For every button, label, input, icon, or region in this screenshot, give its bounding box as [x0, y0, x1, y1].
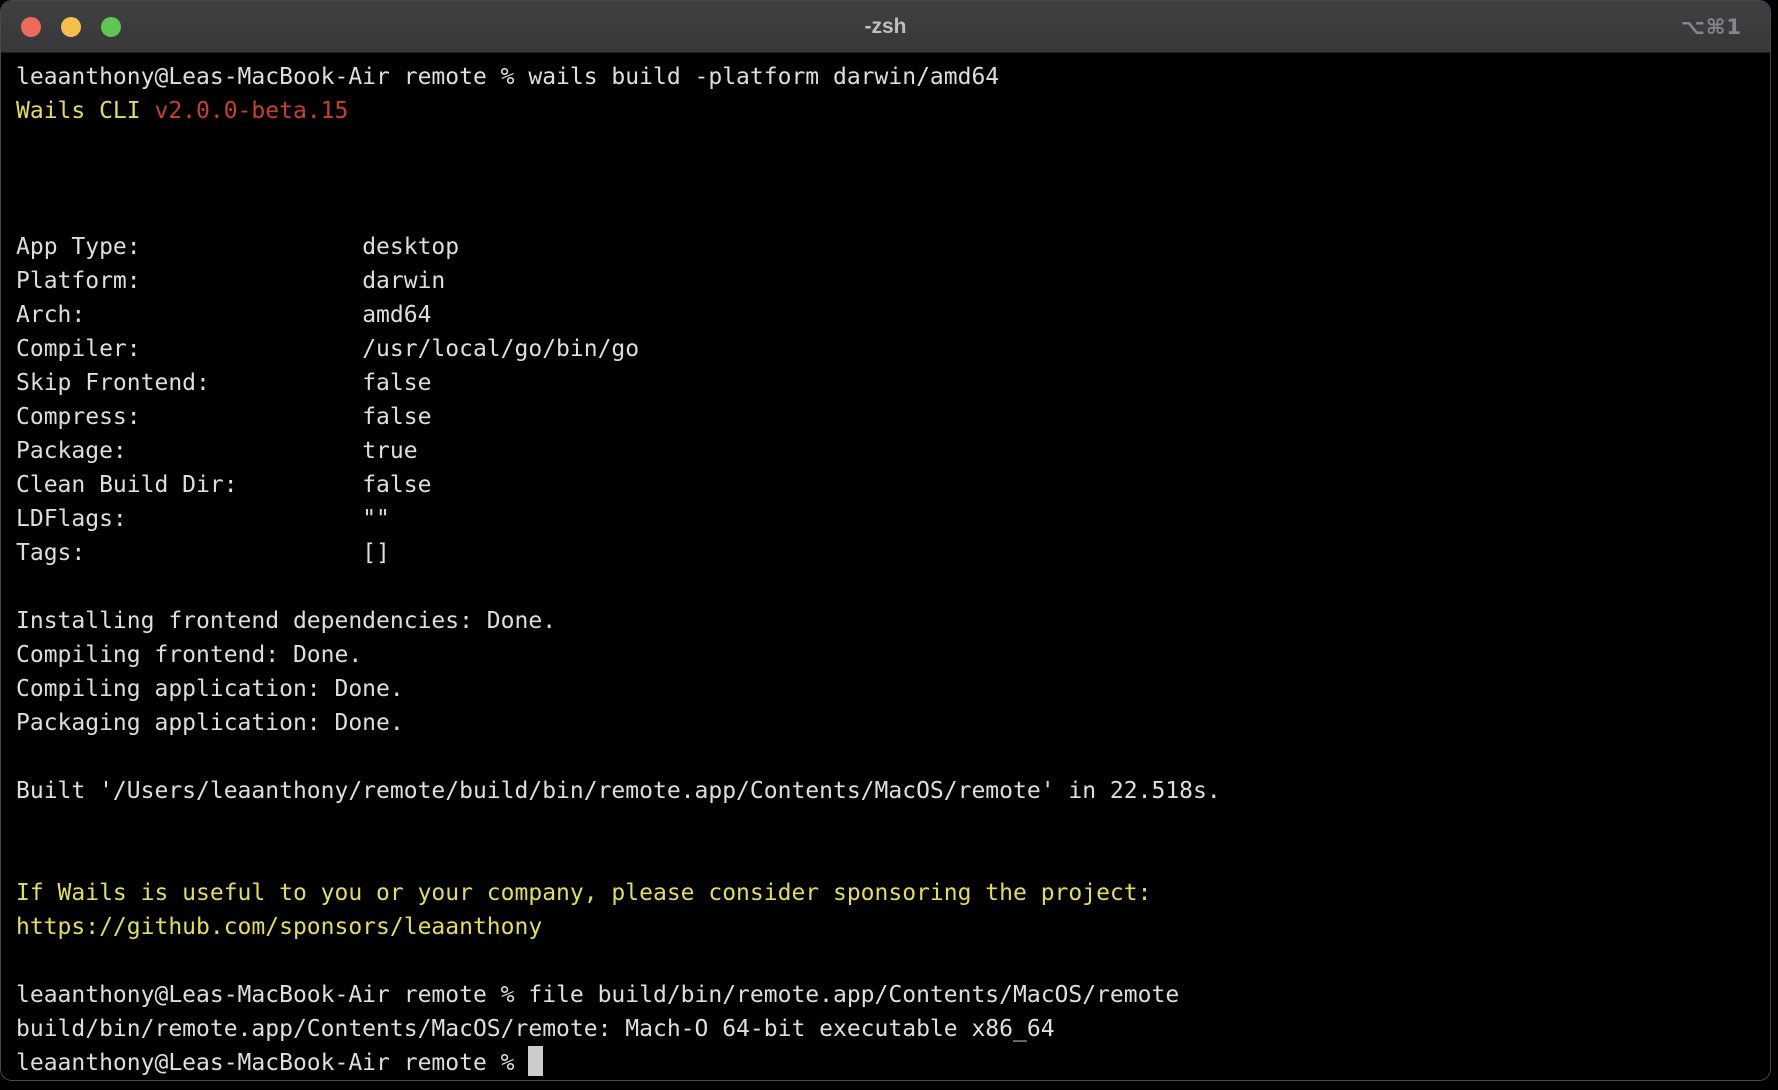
terminal-text: leaanthony@Leas-MacBook-Air remote % [16, 1050, 528, 1076]
terminal-text: LDFlags: [16, 506, 362, 532]
terminal-text: App Type: [16, 234, 362, 260]
terminal-text: Platform: [16, 268, 362, 294]
terminal-text: Package: [16, 438, 362, 464]
terminal-text: Built '/Users/leaanthony/remote/build/bi… [16, 778, 1221, 804]
terminal-text: /usr/local/go/bin/go [362, 336, 639, 362]
terminal-line: Compiling application: Done. [16, 672, 1760, 706]
terminal-text: false [362, 370, 431, 396]
terminal-text: Tags: [16, 540, 362, 566]
terminal-line: leaanthony@Leas-MacBook-Air remote % wai… [16, 60, 1760, 94]
terminal-line: leaanthony@Leas-MacBook-Air remote % fil… [16, 978, 1760, 1012]
terminal-line [16, 944, 1760, 978]
text-cursor [528, 1046, 542, 1076]
terminal-text: Compiling application: Done. [16, 676, 404, 702]
terminal-text: Compiler: [16, 336, 362, 362]
terminal-text: Skip Frontend: [16, 370, 362, 396]
terminal-line: Wails CLI v2.0.0-beta.15 [16, 94, 1760, 128]
terminal-text: amd64 [362, 302, 431, 328]
terminal-text: build/bin/remote.app/Contents/MacOS/remo… [16, 1016, 1055, 1042]
terminal-line: Compress: false [16, 400, 1760, 434]
terminal-line: Arch: amd64 [16, 298, 1760, 332]
window-shortcut-badge: ⌥⌘1 [1681, 1, 1742, 53]
terminal-line: If Wails is useful to you or your compan… [16, 876, 1760, 910]
terminal-line [16, 842, 1760, 876]
terminal-text: "" [362, 506, 390, 532]
terminal-line [16, 570, 1760, 604]
terminal-text: true [362, 438, 417, 464]
terminal-line: LDFlags: "" [16, 502, 1760, 536]
terminal-line: Installing frontend dependencies: Done. [16, 604, 1760, 638]
terminal-text: leaanthony@Leas-MacBook-Air remote % wai… [16, 64, 999, 90]
terminal-line: Compiler: /usr/local/go/bin/go [16, 332, 1760, 366]
terminal-line: leaanthony@Leas-MacBook-Air remote % [16, 1046, 1760, 1080]
terminal-line: Tags: [] [16, 536, 1760, 570]
terminal-line [16, 740, 1760, 774]
terminal-line: Package: true [16, 434, 1760, 468]
terminal-line: https://github.com/sponsors/leaanthony [16, 910, 1760, 944]
terminal-window: -zsh ⌥⌘1 leaanthony@Leas-MacBook-Air rem… [0, 0, 1771, 1081]
terminal-text: Wails CLI [16, 98, 154, 124]
terminal-text: desktop [362, 234, 459, 260]
terminal-text: Packaging application: Done. [16, 710, 404, 736]
terminal-text: false [362, 472, 431, 498]
terminal-line: Clean Build Dir: false [16, 468, 1760, 502]
terminal-line: Skip Frontend: false [16, 366, 1760, 400]
terminal-text: [] [362, 540, 390, 566]
terminal-text: Arch: [16, 302, 362, 328]
terminal-line [16, 196, 1760, 230]
terminal-text: If Wails is useful to you or your compan… [16, 880, 1151, 906]
terminal-text: false [362, 404, 431, 430]
terminal-line: build/bin/remote.app/Contents/MacOS/remo… [16, 1012, 1760, 1046]
terminal-line: Platform: darwin [16, 264, 1760, 298]
terminal-line [16, 128, 1760, 162]
terminal-text: Clean Build Dir: [16, 472, 362, 498]
terminal-line: Packaging application: Done. [16, 706, 1760, 740]
terminal-line [16, 162, 1760, 196]
terminal-line: Built '/Users/leaanthony/remote/build/bi… [16, 774, 1760, 808]
terminal-text: v2.0.0-beta.15 [154, 98, 348, 124]
terminal-text: darwin [362, 268, 445, 294]
terminal-line [16, 808, 1760, 842]
terminal-text: Installing frontend dependencies: Done. [16, 608, 556, 634]
terminal-text: leaanthony@Leas-MacBook-Air remote % fil… [16, 982, 1179, 1008]
terminal-text: https://github.com/sponsors/leaanthony [16, 914, 542, 940]
terminal-screen[interactable]: leaanthony@Leas-MacBook-Air remote % wai… [1, 53, 1770, 1080]
window-title: -zsh [1, 1, 1770, 53]
title-bar[interactable]: -zsh ⌥⌘1 [1, 1, 1770, 53]
terminal-text: Compress: [16, 404, 362, 430]
terminal-line: Compiling frontend: Done. [16, 638, 1760, 672]
terminal-text: Compiling frontend: Done. [16, 642, 362, 668]
terminal-line: App Type: desktop [16, 230, 1760, 264]
